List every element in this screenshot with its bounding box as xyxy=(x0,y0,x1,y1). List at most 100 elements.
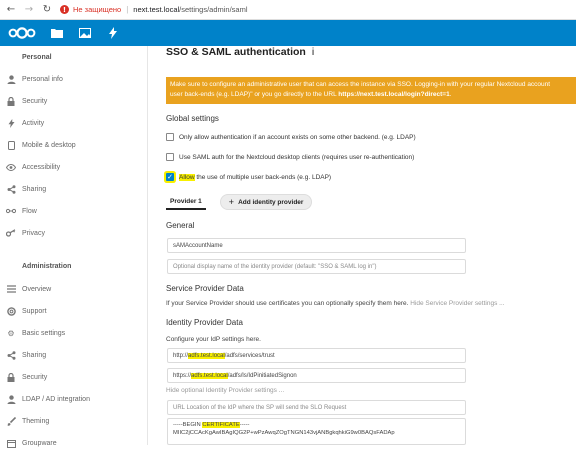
url-path: /settings/admin/saml xyxy=(179,5,248,14)
personal-heading: Personal xyxy=(22,54,52,61)
uid-mapping-input[interactable]: sAMAccountName xyxy=(167,238,466,253)
url-text[interactable]: next.test.local/settings/admin/saml xyxy=(133,5,247,14)
warning-period: . xyxy=(449,91,452,98)
sidebar-item-sharing[interactable]: Sharing xyxy=(0,178,148,200)
service-provider-heading: Service Provider Data xyxy=(166,284,244,293)
sidebar-item-support[interactable]: Support xyxy=(0,300,148,322)
sidebar-item-admin-sharing[interactable]: Sharing xyxy=(0,344,148,366)
sidebar-item-label: Security xyxy=(22,97,48,105)
forward-arrow-icon[interactable]: → xyxy=(22,3,36,17)
multiple-backends-checkbox[interactable]: ✓ Allow the use of multiple user back-en… xyxy=(166,173,332,181)
sidebar-item-activity[interactable]: Activity xyxy=(0,112,148,134)
sidebar-item-ldap[interactable]: LDAP / AD integration xyxy=(0,388,148,410)
warning-text: user back-ends (e.g. LDAP)" or you go di… xyxy=(170,91,339,98)
saml-settings-panel: SSO & SAML authentication i Make sure to … xyxy=(149,46,576,445)
sidebar-item-groupware[interactable]: Groupware xyxy=(0,432,148,454)
tab-provider-1[interactable]: Provider 1 xyxy=(166,194,206,210)
checkbox[interactable] xyxy=(166,133,174,141)
identity-provider-heading: Identity Provider Data xyxy=(166,318,243,327)
global-settings-heading: Global settings xyxy=(166,114,219,123)
warning-direct-login-url[interactable]: https://next.test.local/login?direct=1 xyxy=(338,91,449,98)
only-allow-existing-account-checkbox[interactable]: Only allow authentication if an account … xyxy=(166,133,416,141)
plus-icon: + xyxy=(228,197,235,207)
sidebar-item-label: LDAP / AD integration xyxy=(22,395,90,403)
user-icon xyxy=(6,394,16,404)
general-heading: General xyxy=(166,221,195,230)
warning-text-line1: Make sure to configure an administrative… xyxy=(170,81,551,88)
idp-entity-id-input[interactable]: http://adfs.test.local/adfs/services/tru… xyxy=(167,348,466,363)
checkbox[interactable] xyxy=(166,153,174,161)
activity-icon[interactable] xyxy=(106,26,120,40)
insecure-label: Не защищено xyxy=(73,5,122,14)
saml-desktop-clients-checkbox[interactable]: Use SAML auth for the Nextcloud desktop … xyxy=(166,153,414,161)
photos-icon[interactable] xyxy=(78,26,92,40)
reload-icon[interactable]: ↻ xyxy=(40,3,54,17)
sidebar-item-personal-info[interactable]: Personal info xyxy=(0,68,148,90)
support-icon xyxy=(6,306,16,316)
sidebar-item-mobile-desktop[interactable]: Mobile & desktop xyxy=(0,134,148,156)
cert-text: -----BEGIN xyxy=(173,422,203,428)
sidebar-item-overview[interactable]: Overview xyxy=(0,278,148,300)
hide-optional-idp-text: Hide optional Identity Provider settings… xyxy=(166,387,285,394)
field-text: /adfs/services/trust xyxy=(224,352,275,359)
cert-text: ----- xyxy=(239,422,250,428)
idp-description: Configure your IdP settings here. xyxy=(166,336,261,343)
field-text-highlight: adfs.test.local xyxy=(188,352,225,359)
checkbox-label: Only allow authentication if an account … xyxy=(179,133,416,141)
page-title: SSO & SAML authentication i xyxy=(166,46,314,58)
lock-icon xyxy=(6,372,16,382)
sp-description-text: If your Service Provider should use cert… xyxy=(166,300,409,307)
settings-sidebar: Personal Personal info Security Activity… xyxy=(0,46,148,448)
checkbox-checked[interactable]: ✓ xyxy=(166,173,174,181)
list-icon xyxy=(6,284,16,294)
activity-icon xyxy=(6,118,16,128)
display-name-input[interactable]: Optional display name of the identity pr… xyxy=(167,259,466,274)
sidebar-item-label: Sharing xyxy=(22,185,47,193)
page-title-text: SSO & SAML authentication xyxy=(166,46,306,58)
add-provider-label: Add identity provider xyxy=(238,198,304,206)
files-icon[interactable] xyxy=(50,26,64,40)
warning-text-line2: user back-ends (e.g. LDAP)" or you go di… xyxy=(170,90,572,100)
sidebar-item-flow[interactable]: Flow xyxy=(0,200,148,222)
hide-optional-idp-link[interactable]: Hide optional Identity Provider settings… xyxy=(166,387,284,394)
field-text: /adfs/ls/IdPinitiatedSignon xyxy=(227,372,297,379)
provider-tabs: Provider 1 + Add identity provider xyxy=(166,194,313,210)
field-text: https:// xyxy=(173,372,192,379)
gear-icon: ⚙ xyxy=(7,328,15,338)
hide-sp-settings-link[interactable]: Hide Service Provider settings ... xyxy=(410,300,504,307)
admin-warning-banner: Make sure to configure an administrative… xyxy=(166,77,576,104)
sidebar-item-admin-security[interactable]: Security xyxy=(0,366,148,388)
sidebar-item-basic-settings[interactable]: ⚙ Basic settings xyxy=(0,322,148,344)
browser-toolbar: ← → ↻ ! Не защищено | next.test.local/se… xyxy=(0,0,576,20)
phone-icon xyxy=(6,140,16,150)
sidebar-item-label: Support xyxy=(22,307,47,315)
sidebar-item-accessibility[interactable]: Accessibility xyxy=(0,156,148,178)
back-arrow-icon[interactable]: ← xyxy=(4,3,18,17)
sidebar-item-privacy[interactable]: Privacy xyxy=(0,222,148,244)
sidebar-item-label: Flow xyxy=(22,207,37,215)
cert-line-2: MIIC2jCCAcKgAwIBAgIQG2P+wPzAwqZOgTNGN143… xyxy=(173,430,395,436)
sidebar-item-theming[interactable]: Theming xyxy=(0,410,148,432)
idp-certificate-textarea[interactable]: -----BEGIN CERTIFICATE----- MIIC2jCCAcKg… xyxy=(167,418,466,445)
idp-slo-url-input[interactable]: URL Location of the IdP where the SP wil… xyxy=(167,400,466,415)
field-text-highlight: adfs.test.local xyxy=(191,372,228,379)
sidebar-item-label: Personal info xyxy=(22,75,63,83)
groupware-icon xyxy=(6,438,16,448)
field-text: http:// xyxy=(173,352,189,359)
sidebar-item-label: Theming xyxy=(22,417,50,425)
info-icon[interactable]: i xyxy=(312,46,314,58)
key-icon xyxy=(6,228,16,238)
address-separator: | xyxy=(126,5,129,14)
cert-text-highlight: CERTIFICATE xyxy=(202,422,240,428)
sidebar-item-label: Privacy xyxy=(22,229,45,237)
sidebar-item-security[interactable]: Security xyxy=(0,90,148,112)
cert-line-1: -----BEGIN CERTIFICATE----- xyxy=(173,421,460,429)
add-identity-provider-button[interactable]: + Add identity provider xyxy=(219,194,313,210)
sidebar-item-label: Basic settings xyxy=(22,329,66,337)
idp-sso-url-input[interactable]: https://adfs.test.local/adfs/ls/IdPiniti… xyxy=(167,368,466,383)
share-icon xyxy=(6,184,16,194)
app-header xyxy=(0,20,576,46)
sidebar-item-label: Activity xyxy=(22,119,45,127)
nextcloud-logo-icon[interactable] xyxy=(8,27,36,39)
address-bar[interactable]: ! Не защищено | next.test.local/settings… xyxy=(60,2,248,18)
